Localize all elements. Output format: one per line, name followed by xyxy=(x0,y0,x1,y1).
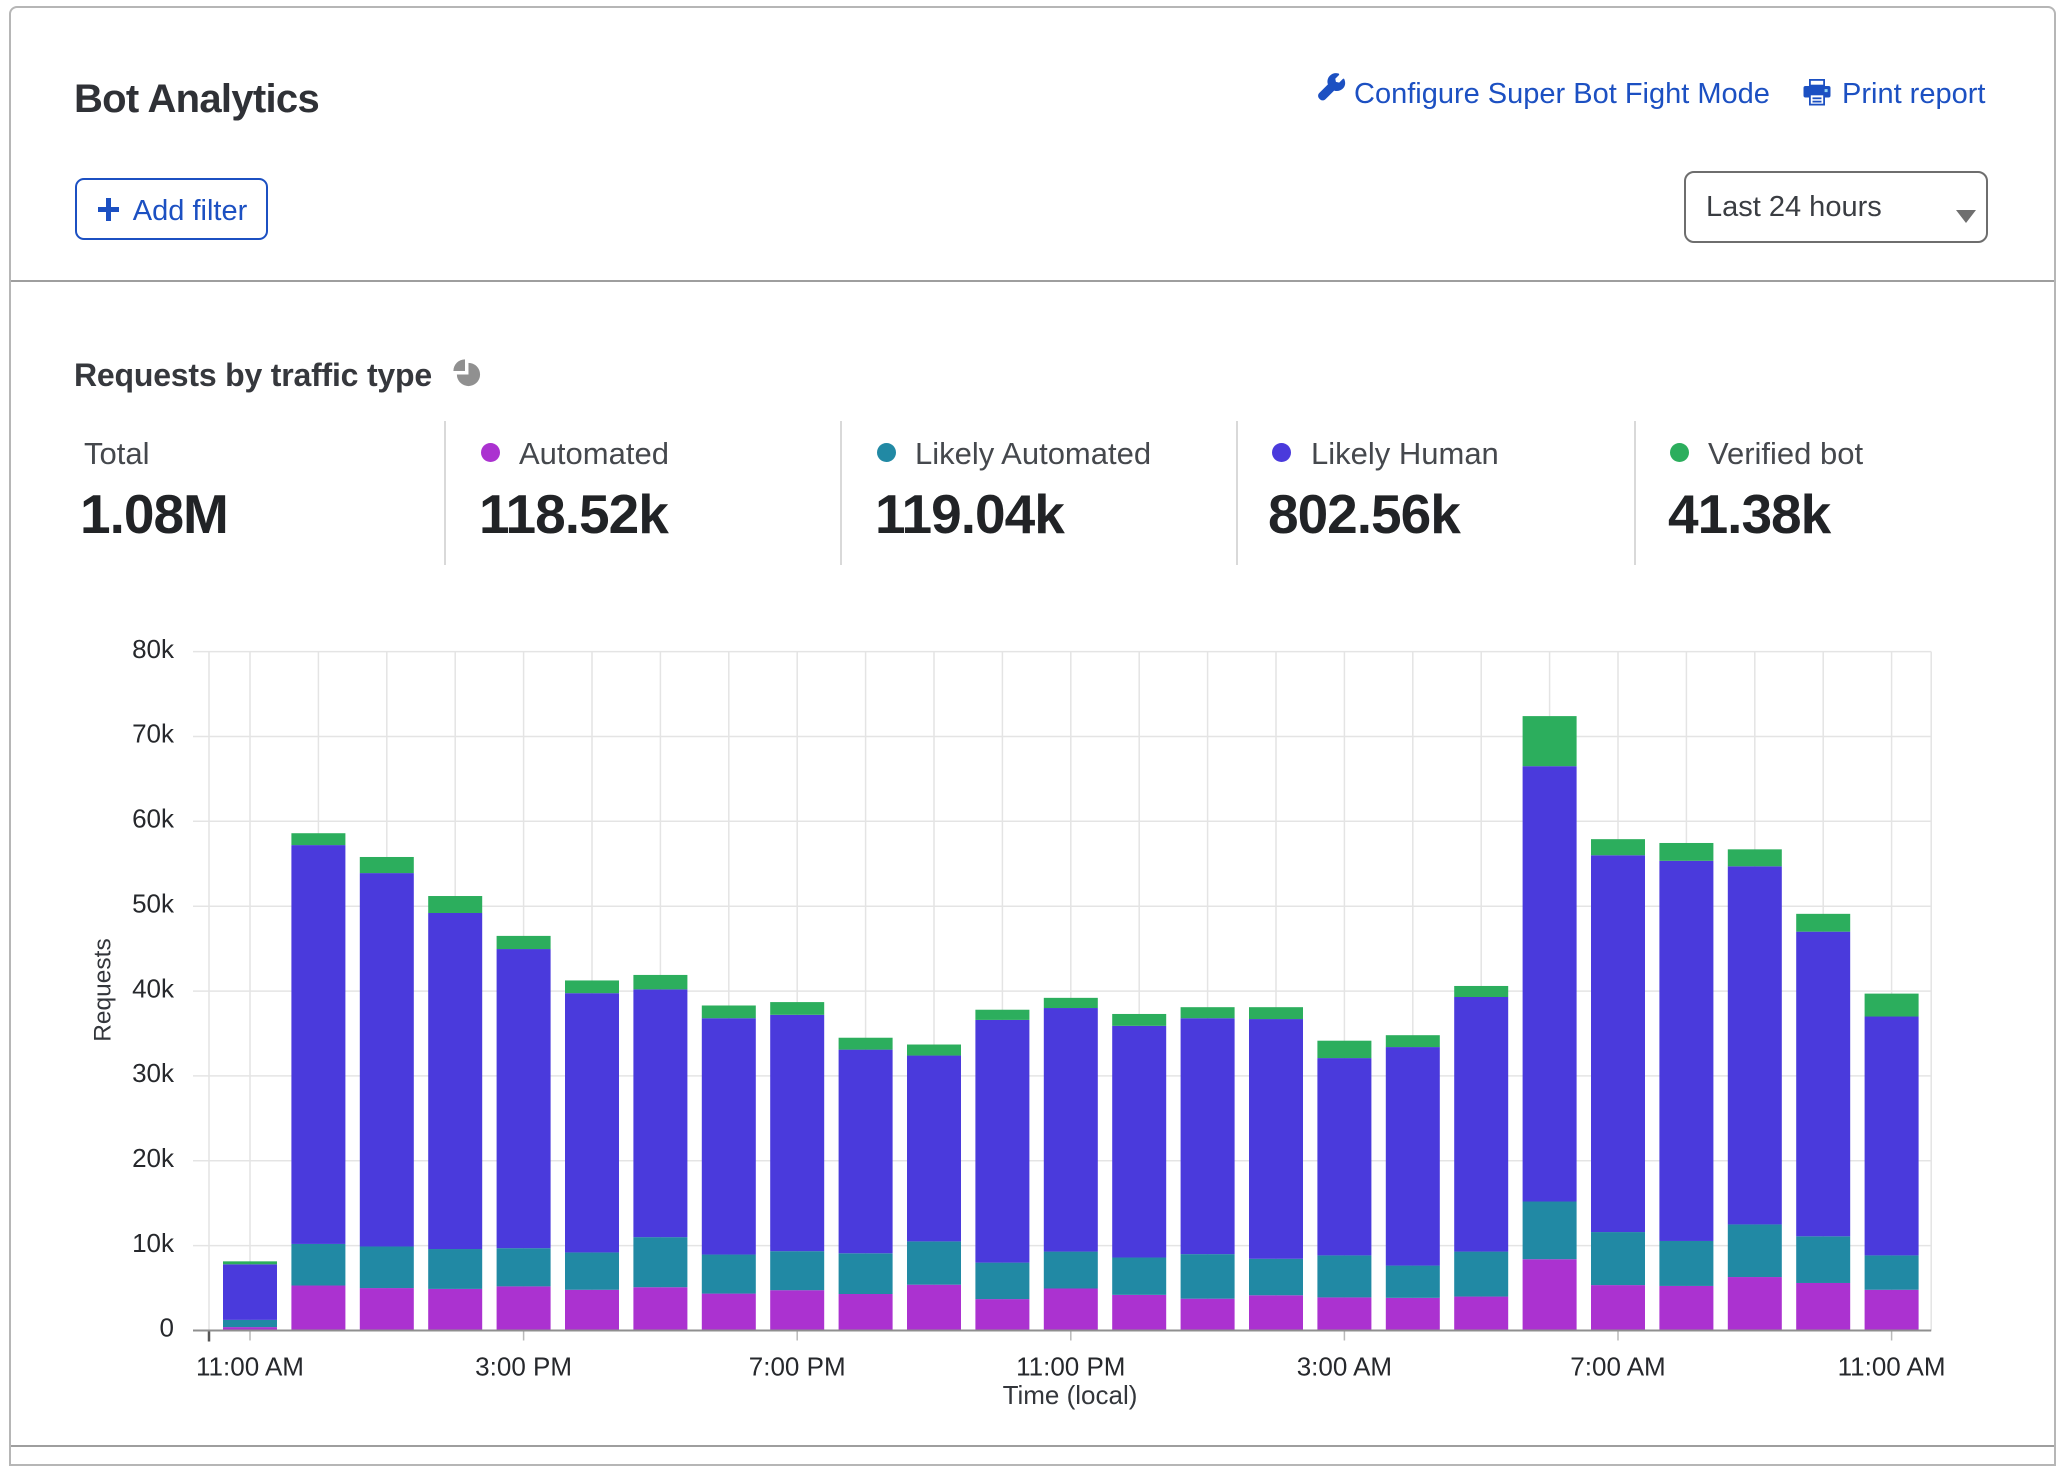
svg-text:30k: 30k xyxy=(132,1058,175,1088)
svg-text:50k: 50k xyxy=(132,888,175,918)
svg-text:11:00 AM: 11:00 AM xyxy=(1838,1352,1946,1382)
svg-text:Time (local): Time (local) xyxy=(1003,1380,1138,1410)
svg-text:11:00 AM: 11:00 AM xyxy=(196,1352,304,1382)
svg-text:0: 0 xyxy=(160,1313,174,1343)
svg-text:7:00 AM: 7:00 AM xyxy=(1570,1352,1665,1382)
svg-text:20k: 20k xyxy=(132,1143,175,1173)
svg-text:Requests: Requests xyxy=(90,938,117,1042)
svg-text:3:00 PM: 3:00 PM xyxy=(475,1352,572,1382)
svg-text:7:00 PM: 7:00 PM xyxy=(749,1352,846,1382)
svg-text:11:00 PM: 11:00 PM xyxy=(1016,1352,1125,1382)
svg-text:3:00 AM: 3:00 AM xyxy=(1297,1352,1392,1382)
svg-text:10k: 10k xyxy=(132,1228,175,1258)
svg-text:80k: 80k xyxy=(132,634,175,664)
svg-text:60k: 60k xyxy=(132,804,175,834)
svg-text:70k: 70k xyxy=(132,719,175,749)
svg-text:40k: 40k xyxy=(132,973,175,1003)
